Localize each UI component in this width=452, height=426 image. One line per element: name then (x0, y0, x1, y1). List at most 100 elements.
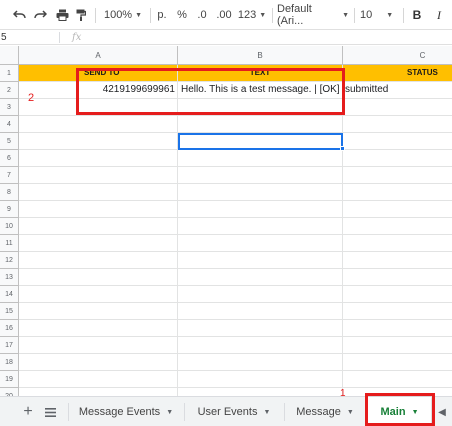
redo-icon[interactable] (31, 0, 49, 30)
grid-cell[interactable] (19, 371, 178, 388)
grid-cell[interactable] (19, 388, 178, 396)
grid-cell[interactable] (343, 235, 452, 252)
row-header-10[interactable]: 10 (0, 218, 19, 235)
grid-cell[interactable] (343, 201, 452, 218)
row-header-14[interactable]: 14 (0, 286, 19, 303)
font-size-select[interactable]: 10 ▼ (360, 0, 400, 30)
fill-handle[interactable] (340, 146, 345, 151)
grid-cell[interactable] (178, 371, 343, 388)
row-header-9[interactable]: 9 (0, 201, 19, 218)
print-icon[interactable] (53, 0, 71, 30)
grid-cell[interactable] (343, 286, 452, 303)
font-family-select[interactable]: Default (Ari... ▼ (277, 0, 349, 30)
grid-cell[interactable] (178, 303, 343, 320)
grid-cell[interactable] (178, 235, 343, 252)
grid-cell[interactable] (343, 99, 452, 116)
row-header-2[interactable]: 2 (0, 82, 19, 99)
grid-cell[interactable] (19, 286, 178, 303)
column-header-c[interactable]: C (343, 46, 452, 65)
grid-cell[interactable] (343, 133, 452, 150)
grid-cell[interactable] (178, 201, 343, 218)
cell-c2[interactable]: submitted (343, 82, 452, 99)
grid-cell[interactable] (19, 337, 178, 354)
row-header-8[interactable]: 8 (0, 184, 19, 201)
row-header-3[interactable]: 3 (0, 99, 19, 116)
row-header-19[interactable]: 19 (0, 371, 19, 388)
grid-cell[interactable] (178, 269, 343, 286)
grid-cell[interactable] (19, 235, 178, 252)
grid-cell[interactable] (178, 286, 343, 303)
chevron-left-icon[interactable]: ◀ (434, 397, 450, 426)
row-header-15[interactable]: 15 (0, 303, 19, 320)
grid-cell[interactable] (343, 150, 452, 167)
grid-cell[interactable] (343, 354, 452, 371)
grid-cell[interactable] (178, 184, 343, 201)
grid-cell[interactable] (19, 218, 178, 235)
cell-c1[interactable]: STATUS (343, 65, 452, 82)
grid-cell[interactable] (19, 201, 178, 218)
grid-cell[interactable] (19, 252, 178, 269)
grid-cell[interactable] (178, 388, 343, 396)
grid-cell[interactable] (343, 337, 452, 354)
grid-cell[interactable] (19, 99, 178, 116)
grid-cell[interactable] (19, 150, 178, 167)
row-header-6[interactable]: 6 (0, 150, 19, 167)
grid-cell[interactable] (343, 167, 452, 184)
grid-cell[interactable] (178, 337, 343, 354)
grid-cell[interactable] (343, 371, 452, 388)
undo-icon[interactable] (10, 0, 28, 30)
row-header-18[interactable]: 18 (0, 354, 19, 371)
tab-user-events[interactable]: User Events ▼ (184, 397, 284, 426)
grid-cell[interactable] (178, 354, 343, 371)
grid-cell[interactable] (19, 184, 178, 201)
grid-cell[interactable] (178, 150, 343, 167)
row-header-7[interactable]: 7 (0, 167, 19, 184)
row-header-5[interactable]: 5 (0, 133, 19, 150)
grid-cell[interactable] (178, 99, 343, 116)
more-formats-select[interactable]: 123 ▼ (237, 0, 267, 30)
grid-cell[interactable] (343, 252, 452, 269)
grid-cell[interactable] (19, 354, 178, 371)
grid-cell[interactable] (343, 303, 452, 320)
grid-cell[interactable] (19, 116, 178, 133)
grid-cell[interactable] (19, 269, 178, 286)
cell-a2[interactable]: 4219199699961 (19, 82, 178, 99)
grid-cell[interactable] (343, 218, 452, 235)
percent-format-button[interactable]: % (175, 0, 189, 30)
menu-icon[interactable] (40, 397, 60, 426)
grid-cell[interactable] (19, 303, 178, 320)
column-header-a[interactable]: A (19, 46, 178, 65)
grid-cell[interactable] (178, 218, 343, 235)
zoom-select[interactable]: 100% ▼ (100, 0, 146, 30)
currency-format-button[interactable]: p. (155, 0, 169, 30)
grid-cell[interactable] (19, 133, 178, 150)
italic-button[interactable]: I (432, 0, 446, 30)
grid-cell[interactable] (343, 388, 452, 396)
grid-cell[interactable] (343, 116, 452, 133)
row-header-16[interactable]: 16 (0, 320, 19, 337)
row-header-12[interactable]: 12 (0, 252, 19, 269)
increase-decimal-button[interactable]: .00 (214, 0, 234, 30)
row-header-4[interactable]: 4 (0, 116, 19, 133)
decrease-decimal-button[interactable]: .0 (194, 0, 210, 30)
plus-icon[interactable]: + (18, 397, 38, 426)
tab-message-events[interactable]: Message Events ▼ (68, 397, 184, 426)
grid-cell[interactable] (343, 320, 452, 337)
cell-b2[interactable]: Hello. This is a test message. | [OK] (178, 82, 343, 99)
grid-cell[interactable] (343, 269, 452, 286)
row-header-17[interactable]: 17 (0, 337, 19, 354)
select-all-corner[interactable] (0, 46, 19, 65)
grid-cell[interactable] (178, 133, 343, 150)
grid-cell[interactable] (178, 252, 343, 269)
formula-input[interactable] (90, 30, 452, 45)
grid-cell[interactable] (343, 184, 452, 201)
name-box[interactable]: 5 (0, 30, 58, 45)
row-header-13[interactable]: 13 (0, 269, 19, 286)
tab-main[interactable]: Main ▼ (368, 397, 431, 426)
paint-format-icon[interactable] (73, 0, 89, 30)
bold-button[interactable]: B (410, 0, 424, 30)
grid-cell[interactable] (19, 320, 178, 337)
grid-cell[interactable] (178, 320, 343, 337)
grid-cell[interactable] (178, 167, 343, 184)
cell-a1[interactable]: SEND TO (19, 65, 178, 82)
